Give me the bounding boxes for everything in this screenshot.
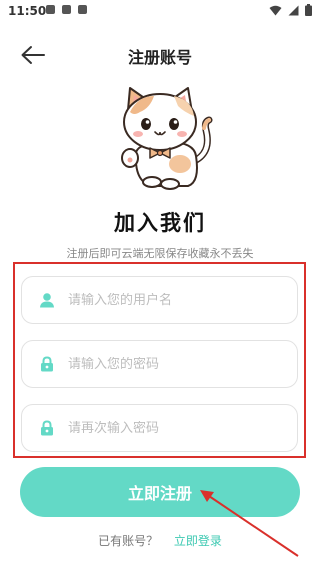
status-bar: 11:50 <box>0 0 320 24</box>
wifi-icon <box>269 5 282 15</box>
have-account-text: 已有账号？ <box>98 534 159 548</box>
password-input[interactable] <box>68 356 297 372</box>
image-icon <box>62 5 71 14</box>
register-button[interactable]: 立即注册 <box>20 467 300 517</box>
page-title: 注册账号 <box>127 48 192 67</box>
cat-mascot-illustration <box>121 87 213 190</box>
confirm-password-field <box>21 404 298 452</box>
battery-icon <box>305 4 312 16</box>
username-field <box>21 276 298 324</box>
notification-icons <box>46 5 87 14</box>
signal-icon <box>288 5 299 15</box>
user-icon <box>40 293 54 308</box>
confirm-password-input[interactable] <box>68 420 297 436</box>
username-input[interactable] <box>68 292 297 308</box>
join-heading: 加入我们 <box>114 211 206 235</box>
login-link[interactable]: 立即登录 <box>174 534 222 548</box>
lock-icon <box>41 356 53 372</box>
lock-icon <box>41 420 53 436</box>
join-subtitle: 注册后即可云端无限保存收藏永不丢失 <box>66 247 254 260</box>
login-prompt: 已有账号？ 立即登录 <box>0 532 320 549</box>
app-bar: 注册账号 <box>0 34 320 74</box>
notification-icon <box>46 5 55 14</box>
system-icons <box>269 4 312 16</box>
status-time: 11:50 <box>8 4 47 18</box>
password-field <box>21 340 298 388</box>
app-icon <box>78 5 87 14</box>
